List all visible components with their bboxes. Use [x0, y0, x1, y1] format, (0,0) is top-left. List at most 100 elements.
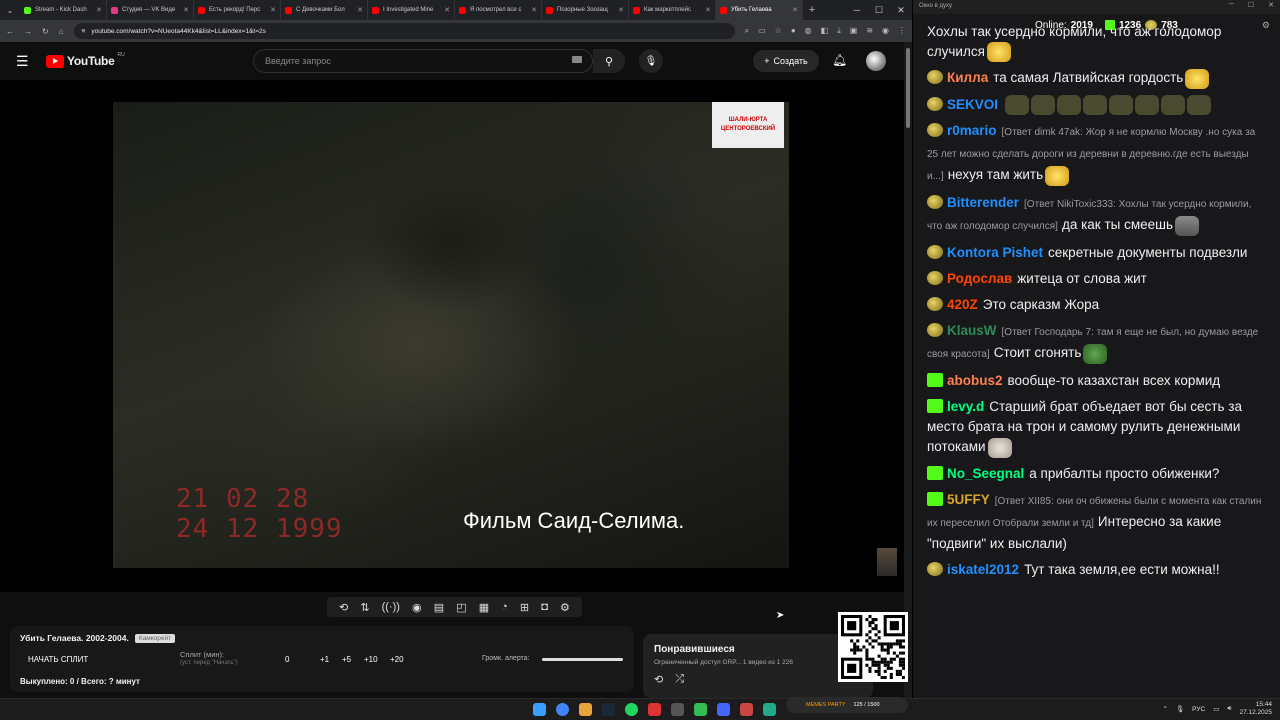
broadcast-icon[interactable]: ((·)): [382, 601, 400, 613]
chat-username[interactable]: Килла: [947, 70, 988, 85]
search-input[interactable]: Введите запрос: [253, 49, 593, 73]
browser-tab[interactable]: Студия — VK Виде ✕: [107, 0, 194, 20]
browser-tab[interactable]: Stream - Kick Dash ✕: [20, 0, 107, 20]
start-split-button[interactable]: НАЧАТЬ СПЛИТ: [28, 655, 88, 664]
hamburger-menu-icon[interactable]: ☰: [16, 53, 34, 70]
eye-icon[interactable]: ◉: [412, 601, 422, 614]
film-icon[interactable]: ▦: [479, 601, 489, 614]
network-icon[interactable]: ▭: [1213, 705, 1219, 713]
mic-tray-icon[interactable]: 🎙︎: [1176, 705, 1184, 713]
steam-icon[interactable]: [602, 703, 615, 716]
add-20-button[interactable]: +20: [390, 655, 404, 664]
voice-search-button[interactable]: 🎙︎: [639, 49, 663, 73]
browser-tab[interactable]: Есть рекорд! Перс ✕: [194, 0, 281, 20]
create-button[interactable]: + Создать: [753, 50, 819, 72]
new-tab-button[interactable]: +: [803, 4, 821, 16]
chat-username[interactable]: iskatel2012: [947, 562, 1019, 577]
tab-close-icon[interactable]: ✕: [792, 6, 798, 14]
video-player[interactable]: [0, 80, 904, 592]
chat-username[interactable]: levy.d: [947, 399, 984, 414]
url-input[interactable]: ≡ youtube.com/watch?v=NUeota44Kk4&list=L…: [73, 23, 735, 39]
chat-username[interactable]: 420Z: [947, 297, 978, 312]
speed-icon[interactable]: ◔: [501, 601, 508, 613]
menu-icon[interactable]: ⋮: [898, 26, 906, 36]
add-10-button[interactable]: +10: [364, 655, 378, 664]
app-icon[interactable]: [740, 703, 753, 716]
browser-tab[interactable]: С Девочками Бол ✕: [281, 0, 368, 20]
volume-icon[interactable]: 🔊︎: [1227, 705, 1231, 713]
forward-icon[interactable]: →: [24, 27, 32, 36]
profile-icon[interactable]: ◉: [882, 26, 889, 36]
tab-close-icon[interactable]: ✕: [444, 6, 450, 14]
notifications-bell-icon[interactable]: 🔔︎: [832, 53, 847, 67]
keyboard-icon[interactable]: [572, 56, 582, 63]
bookmark-star-icon[interactable]: ☆: [775, 26, 782, 36]
shuffle-icon[interactable]: ⤮: [675, 673, 684, 686]
browser-tab[interactable]: Как маркетплейс ✕: [629, 0, 716, 20]
extension-icon[interactable]: ≋: [866, 26, 873, 36]
tab-close-icon[interactable]: ✕: [357, 6, 363, 14]
chrome-icon[interactable]: [556, 703, 569, 716]
calendar-icon[interactable]: ▤: [434, 601, 444, 614]
avatar[interactable]: [866, 51, 886, 71]
picture-in-picture-icon[interactable]: ◰: [456, 601, 466, 614]
reload-icon[interactable]: ↻: [42, 27, 49, 36]
chat-username[interactable]: SEKVOI: [947, 97, 998, 112]
tab-close-icon[interactable]: ✕: [96, 6, 102, 14]
app-icon[interactable]: [717, 703, 730, 716]
loop-icon[interactable]: ⟲: [339, 601, 348, 614]
sort-icon[interactable]: ⇅: [360, 601, 369, 614]
extension-icon[interactable]: ◍: [805, 26, 812, 36]
chat-username[interactable]: No_Seegnal: [947, 466, 1024, 481]
loop-playlist-icon[interactable]: ⟲: [654, 673, 663, 686]
downloads-icon[interactable]: ⤓: [837, 26, 841, 36]
camera-icon[interactable]: ◘: [541, 601, 548, 613]
extension-icon[interactable]: ◧: [821, 26, 829, 36]
maximize-icon[interactable]: ☐: [1248, 1, 1254, 9]
maximize-icon[interactable]: ☐: [868, 0, 890, 20]
browser-tab[interactable]: Я посмотрел все с ✕: [455, 0, 542, 20]
add-1-button[interactable]: +1: [320, 655, 329, 664]
tab-close-icon[interactable]: ✕: [705, 6, 711, 14]
back-icon[interactable]: ←: [6, 27, 14, 36]
app-icon[interactable]: [694, 703, 707, 716]
add-frame-icon[interactable]: ⊞: [520, 601, 529, 614]
alert-volume-slider[interactable]: [542, 658, 623, 661]
spotify-icon[interactable]: [625, 703, 638, 716]
app-icon[interactable]: [671, 703, 684, 716]
app-icon[interactable]: [763, 703, 776, 716]
browser-tab[interactable]: Убить Гелаева ✕: [716, 0, 803, 20]
chat-username[interactable]: Kontora Pishet: [947, 245, 1043, 260]
chat-username[interactable]: KlausW: [947, 323, 997, 338]
tray-chevron-icon[interactable]: ⌃: [1162, 705, 1167, 713]
language-indicator[interactable]: РУС: [1192, 706, 1205, 713]
app-icon[interactable]: [648, 703, 661, 716]
browser-tab[interactable]: I Investigated Mine ✕: [368, 0, 455, 20]
search-button[interactable]: ⚲: [593, 49, 625, 73]
scrollbar-thumb[interactable]: [906, 48, 910, 128]
clock[interactable]: 15:44 27.12.2025: [1239, 701, 1272, 717]
site-info-icon[interactable]: ≡: [82, 28, 86, 35]
chat-username[interactable]: abobus2: [947, 373, 1003, 388]
close-icon[interactable]: ✕: [890, 0, 912, 20]
tab-close-icon[interactable]: ✕: [618, 6, 624, 14]
tab-close-icon[interactable]: ✕: [183, 6, 189, 14]
start-icon[interactable]: [533, 703, 546, 716]
home-icon[interactable]: ⌂: [59, 27, 64, 36]
chat-username[interactable]: 5UFFY: [947, 492, 990, 507]
settings-gear-icon[interactable]: ⚙: [560, 601, 570, 614]
zoom-icon[interactable]: ⌕: [745, 26, 749, 36]
close-icon[interactable]: ✕: [1268, 1, 1274, 9]
add-5-button[interactable]: +5: [342, 655, 351, 664]
extension-icon[interactable]: ●: [791, 26, 796, 36]
chat-username[interactable]: Bitterender: [947, 195, 1019, 210]
youtube-logo[interactable]: YouTube RU: [46, 52, 125, 68]
file-explorer-icon[interactable]: [579, 703, 592, 716]
tab-close-icon[interactable]: ✕: [270, 6, 276, 14]
extension-icon[interactable]: ▣: [850, 26, 858, 36]
tab-search-icon[interactable]: ⌄: [0, 0, 20, 20]
chat-username[interactable]: Родослав: [947, 271, 1012, 286]
page-scrollbar[interactable]: [904, 42, 912, 698]
minimize-icon[interactable]: ─: [846, 0, 868, 20]
chat-username[interactable]: r0mario: [947, 123, 997, 138]
